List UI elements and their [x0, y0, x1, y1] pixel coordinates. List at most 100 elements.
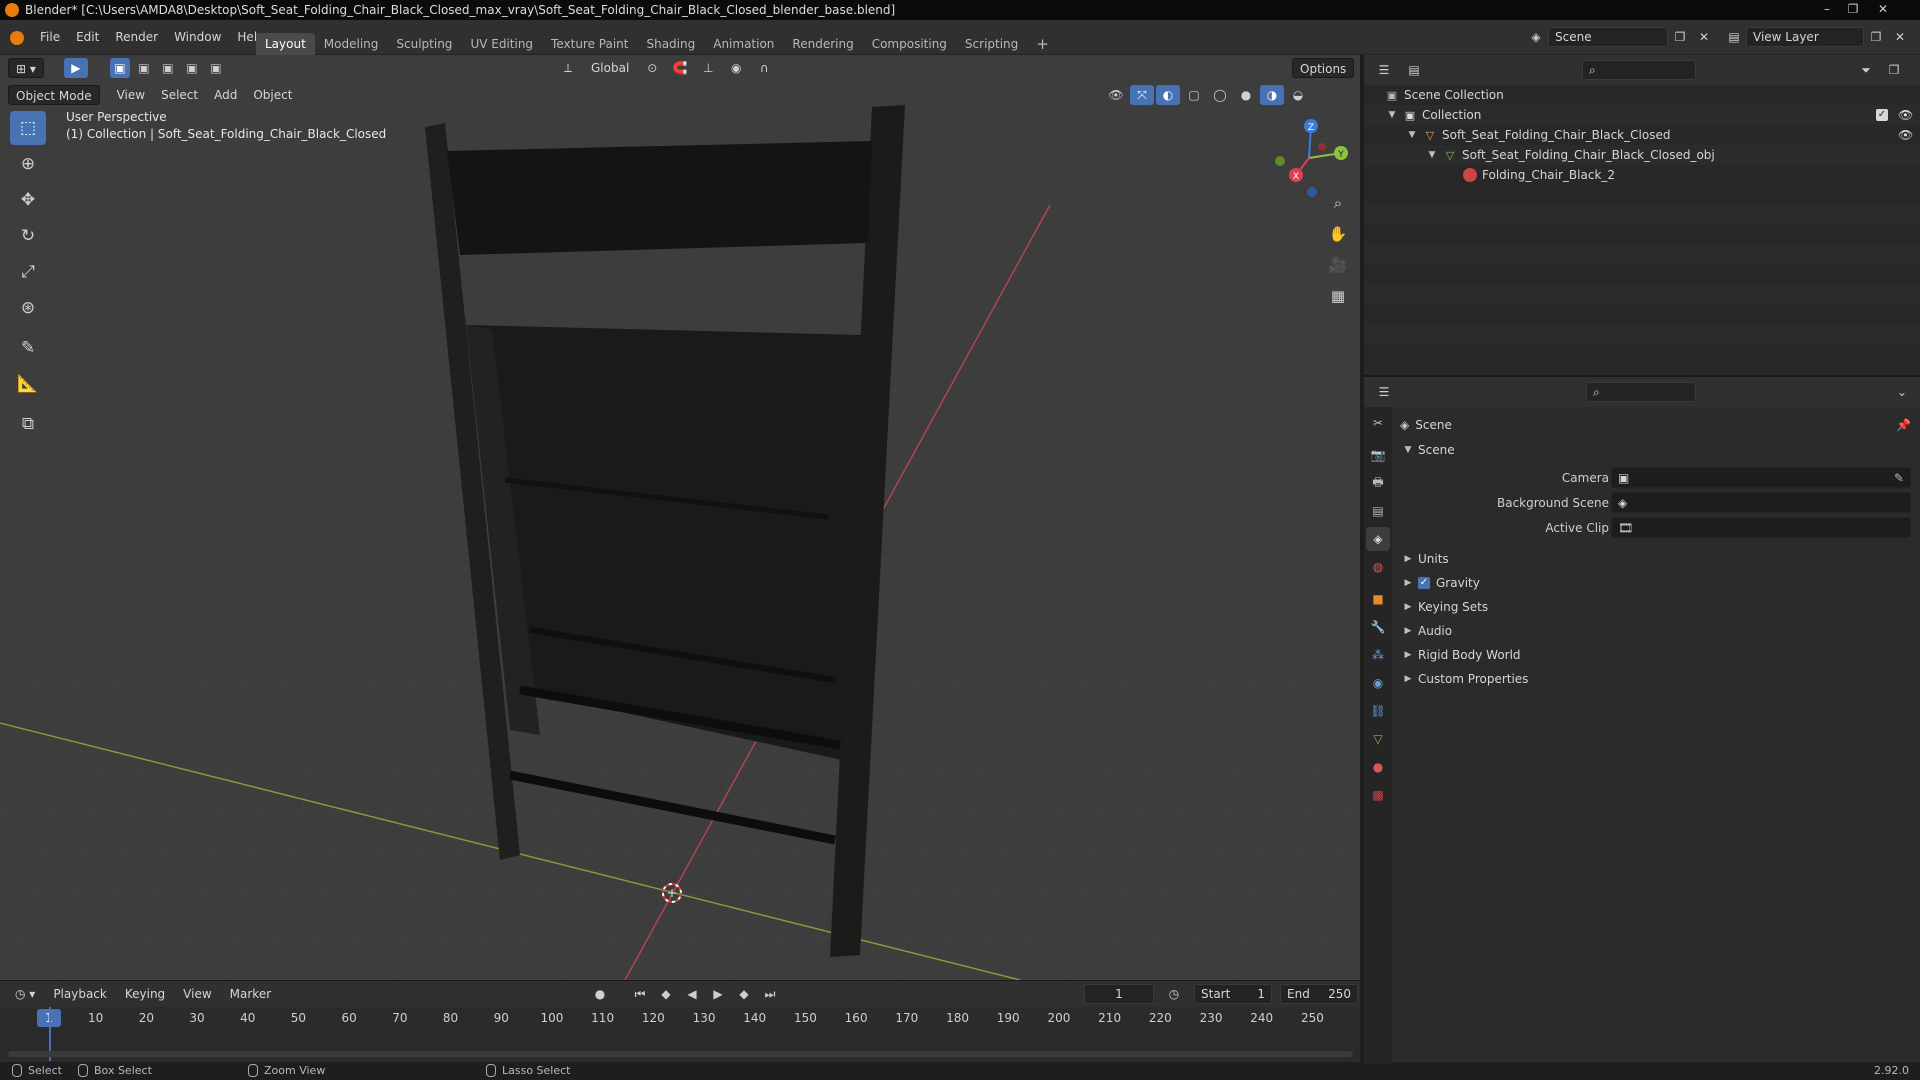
overlays-toggle-icon[interactable]: ◐ [1156, 85, 1180, 105]
menu-playback[interactable]: Playback [46, 984, 114, 1004]
outliner-filter-icon[interactable]: ⏷ [1854, 60, 1878, 80]
minimize-button[interactable]: – [1816, 1, 1838, 17]
outliner-row-collection[interactable]: ▼ ▣ Collection ✓ 👁 [1364, 105, 1920, 125]
outliner-search-input[interactable]: ⌕ [1582, 60, 1696, 80]
menu-edit[interactable]: Edit [68, 20, 107, 55]
select-box-tool-icon[interactable]: ⬚ [10, 111, 46, 145]
measure-tool-icon[interactable]: 📐 [10, 367, 46, 401]
select-invert-mode-icon[interactable]: ▣ [182, 58, 202, 78]
menu-keying[interactable]: Keying [118, 984, 172, 1004]
tab-sculpting[interactable]: Sculpting [387, 33, 461, 55]
tab-uv-editing[interactable]: UV Editing [461, 33, 542, 55]
menu-window[interactable]: Window [166, 20, 229, 55]
expand-triangle-icon[interactable]: ▼ [1386, 110, 1398, 120]
world-tab-icon[interactable]: ◍ [1366, 555, 1390, 579]
properties-editor-type-icon[interactable]: ☰ [1372, 382, 1396, 402]
expand-triangle-icon[interactable]: ▼ [1406, 130, 1418, 140]
view-layer-field[interactable]: View Layer [1746, 27, 1864, 47]
outliner-editor[interactable]: ☰ ▤ ⌕ ⏷ ❐ ▣ Scene Collection ▼ ▣ Collect… [1364, 55, 1920, 375]
add-cube-tool-icon[interactable]: ⧉ [10, 407, 46, 441]
camera-field[interactable]: ▣ ✎ [1611, 467, 1911, 488]
pin-icon[interactable]: 📌 [1896, 418, 1911, 432]
delete-view-layer-icon[interactable]: ✕ [1888, 27, 1912, 47]
select-tool-icon[interactable]: ▶ [63, 58, 88, 78]
mesh-data-tab-icon[interactable]: ▽ [1366, 727, 1390, 751]
visibility-eye-icon[interactable]: 👁 [1898, 128, 1913, 142]
visibility-eye-icon[interactable]: 👁 [1898, 108, 1913, 122]
rigid-body-world-panel-header[interactable]: ▶ Rigid Body World [1402, 648, 1521, 662]
scene-name-field[interactable]: Scene [1548, 27, 1668, 47]
active-clip-field[interactable]: 🎞 [1611, 517, 1911, 538]
options-dropdown[interactable]: Options [1292, 58, 1355, 78]
current-frame-field[interactable]: 1 [1084, 984, 1154, 1004]
play-reverse-icon[interactable]: ◀ [680, 984, 704, 1004]
audio-panel-header[interactable]: ▶ Audio [1402, 624, 1453, 638]
units-panel-header[interactable]: ▶ Units [1402, 552, 1449, 566]
gizmos-toggle-icon[interactable]: ⤧ [1130, 85, 1154, 105]
snap-target-icon[interactable]: ⊥ [696, 58, 720, 78]
select-extend-mode-icon[interactable]: ▣ [134, 58, 154, 78]
material-preview-shading-icon[interactable]: ◑ [1260, 85, 1284, 105]
rotate-tool-icon[interactable]: ↻ [10, 219, 46, 253]
rendered-shading-icon[interactable]: ◒ [1286, 85, 1310, 105]
menu-add[interactable]: Add [207, 85, 244, 105]
editor-type-icon[interactable]: ⊞ ▾ [8, 58, 44, 78]
timeline-ruler[interactable]: 10 20 30 40 50 60 70 80 90 100 110 120 130 140 150 160 1… [8, 1007, 1353, 1029]
preview-range-clock-icon[interactable]: ◷ [1162, 984, 1186, 1004]
auto-keying-icon[interactable]: ● [588, 984, 612, 1004]
outliner-row-chair-mesh[interactable]: ▼ ▽ Soft_Seat_Folding_Chair_Black_Closed… [1364, 145, 1920, 165]
tool-tab-icon[interactable]: ✂ [1366, 411, 1390, 435]
falloff-icon[interactable]: ∩ [752, 58, 776, 78]
camera-view-icon[interactable]: 🎥 [1324, 251, 1352, 279]
jump-prev-keyframe-icon[interactable]: ◆ [654, 984, 678, 1004]
tab-texture-paint[interactable]: Texture Paint [542, 33, 637, 55]
jump-next-keyframe-icon[interactable]: ◆ [732, 984, 756, 1004]
tab-layout[interactable]: Layout [256, 33, 315, 55]
frame-start-field[interactable]: Start 1 [1194, 984, 1272, 1004]
menu-render[interactable]: Render [107, 20, 166, 55]
jump-end-icon[interactable]: ⏭ [758, 984, 782, 1004]
orientation-dropdown[interactable]: Global [584, 58, 636, 78]
xray-toggle-icon[interactable]: ▢ [1182, 85, 1206, 105]
menu-object[interactable]: Object [246, 85, 299, 105]
custom-properties-panel-header[interactable]: ▶ Custom Properties [1402, 672, 1529, 686]
select-new-mode-icon[interactable]: ▣ [109, 58, 130, 78]
tab-animation[interactable]: Animation [704, 33, 783, 55]
properties-options-chevron-icon[interactable]: ⌄ [1890, 382, 1914, 402]
maximize-button[interactable]: ❐ [1842, 1, 1864, 17]
perspective-ortho-icon[interactable]: ▦ [1324, 282, 1352, 310]
frame-end-field[interactable]: End 250 [1280, 984, 1358, 1004]
menu-file[interactable]: File [32, 20, 68, 55]
object-mode-dropdown[interactable]: Object Mode [8, 85, 100, 105]
outliner-row-material[interactable]: Folding_Chair_Black_2 [1364, 165, 1920, 185]
constraints-tab-icon[interactable]: ⛓ [1366, 699, 1390, 723]
menu-timeline-view[interactable]: View [176, 984, 218, 1004]
keying-sets-panel-header[interactable]: ▶ Keying Sets [1402, 600, 1489, 614]
background-scene-field[interactable]: ◈ [1611, 492, 1911, 513]
material-tab-icon[interactable]: ● [1366, 755, 1390, 779]
object-tab-icon[interactable]: ■ [1366, 587, 1390, 611]
display-mode-icon[interactable]: ▤ [1402, 60, 1426, 80]
delete-scene-icon[interactable]: ✕ [1692, 27, 1716, 47]
select-intersect-mode-icon[interactable]: ▣ [206, 58, 226, 78]
modifier-tab-icon[interactable]: 🔧 [1366, 615, 1390, 639]
orientation-icon[interactable]: ⟂ [556, 58, 580, 78]
expand-triangle-icon[interactable]: ▼ [1426, 150, 1438, 160]
wireframe-shading-icon[interactable]: ◯ [1208, 85, 1232, 105]
tab-modeling[interactable]: Modeling [315, 33, 388, 55]
tab-rendering[interactable]: Rendering [783, 33, 862, 55]
cursor-tool-icon[interactable]: ⊕ [10, 147, 46, 181]
gravity-panel-header[interactable]: ▶ ✓ Gravity [1402, 576, 1480, 590]
snap-toggle-icon[interactable]: 🧲 [668, 58, 692, 78]
blender-menu-icon[interactable] [10, 30, 24, 45]
menu-marker[interactable]: Marker [223, 984, 278, 1004]
outliner-row-chair-empty[interactable]: ▼ ▽ Soft_Seat_Folding_Chair_Black_Closed… [1364, 125, 1920, 145]
pivot-point-icon[interactable]: ⊙ [640, 58, 664, 78]
move-tool-icon[interactable]: ✥ [10, 183, 46, 217]
timeline-editor-type-icon[interactable]: ◷ ▾ [8, 984, 42, 1004]
scale-tool-icon[interactable]: ⤢ [10, 255, 46, 289]
outliner-editor-type-icon[interactable]: ☰ [1372, 60, 1396, 80]
exclude-checkbox-icon[interactable]: ✓ [1876, 109, 1888, 121]
render-tab-icon[interactable]: 📷 [1366, 443, 1390, 467]
proportional-edit-icon[interactable]: ◉ [724, 58, 748, 78]
